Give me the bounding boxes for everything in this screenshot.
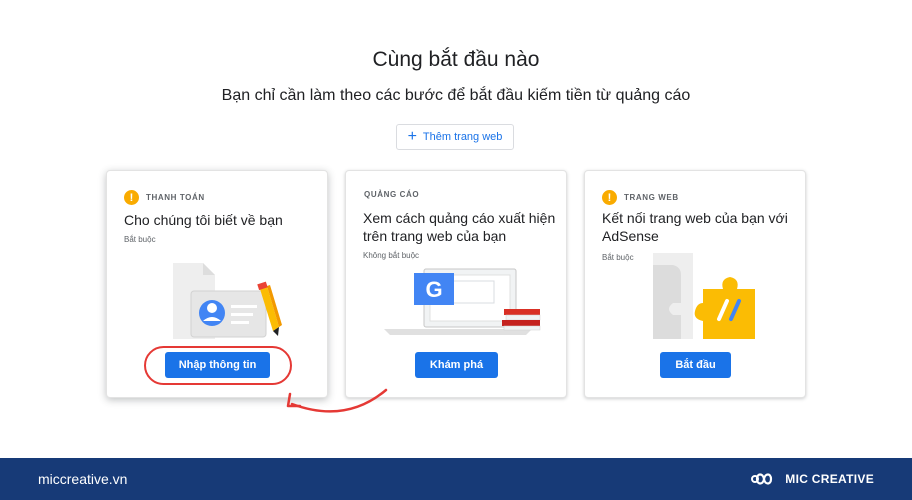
- add-site-label: Thêm trang web: [422, 131, 503, 143]
- card-eyebrow: QUẢNG CÁO: [364, 190, 420, 199]
- page-title: Cùng bắt đầu nào: [372, 48, 540, 71]
- add-site-button[interactable]: + Thêm trang web: [396, 124, 514, 150]
- card-requirement: Bắt buộc: [124, 235, 156, 244]
- get-started-button[interactable]: Bắt đầu: [660, 352, 731, 378]
- annotation-highlight-ring: [144, 346, 292, 385]
- card-title: Kết nối trang web của bạn với AdSense: [602, 210, 788, 244]
- card-header: ! TRANG WEB: [602, 190, 679, 205]
- card-website: ! TRANG WEB Kết nối trang web của bạn vớ…: [584, 170, 806, 398]
- infinity-icon: [751, 473, 773, 485]
- explore-button[interactable]: Khám phá: [415, 352, 498, 378]
- card-header: ! THANH TOÁN: [124, 190, 205, 205]
- warning-icon: !: [124, 190, 139, 205]
- card-ads: QUẢNG CÁO Xem cách quảng cáo xuất hiện t…: [345, 170, 567, 398]
- card-eyebrow: THANH TOÁN: [146, 193, 205, 202]
- warning-icon: !: [602, 190, 617, 205]
- footer-bar: miccreative.vn MIC CREATIVE: [0, 458, 912, 500]
- laptop-google-illustration: G: [384, 268, 541, 335]
- plus-icon: +: [407, 128, 417, 145]
- card-title: Xem cách quảng cáo xuất hiện trên trang …: [363, 210, 556, 244]
- card-header: QUẢNG CÁO: [364, 190, 419, 199]
- annotation-arrow-icon: [286, 388, 388, 413]
- card-title: Cho chúng tôi biết về bạn: [124, 212, 283, 228]
- footer-website: miccreative.vn: [38, 471, 128, 487]
- brand-name: MIC CREATIVE: [785, 472, 874, 486]
- svg-text:G: G: [425, 277, 442, 302]
- profile-card-illustration: [173, 263, 282, 339]
- puzzle-adsense-illustration: [653, 253, 755, 339]
- page-subtitle: Bạn chỉ cần làm theo các bước để bắt đầu…: [221, 87, 691, 104]
- brand-logo: MIC CREATIVE: [751, 470, 874, 488]
- card-eyebrow: TRANG WEB: [624, 193, 679, 202]
